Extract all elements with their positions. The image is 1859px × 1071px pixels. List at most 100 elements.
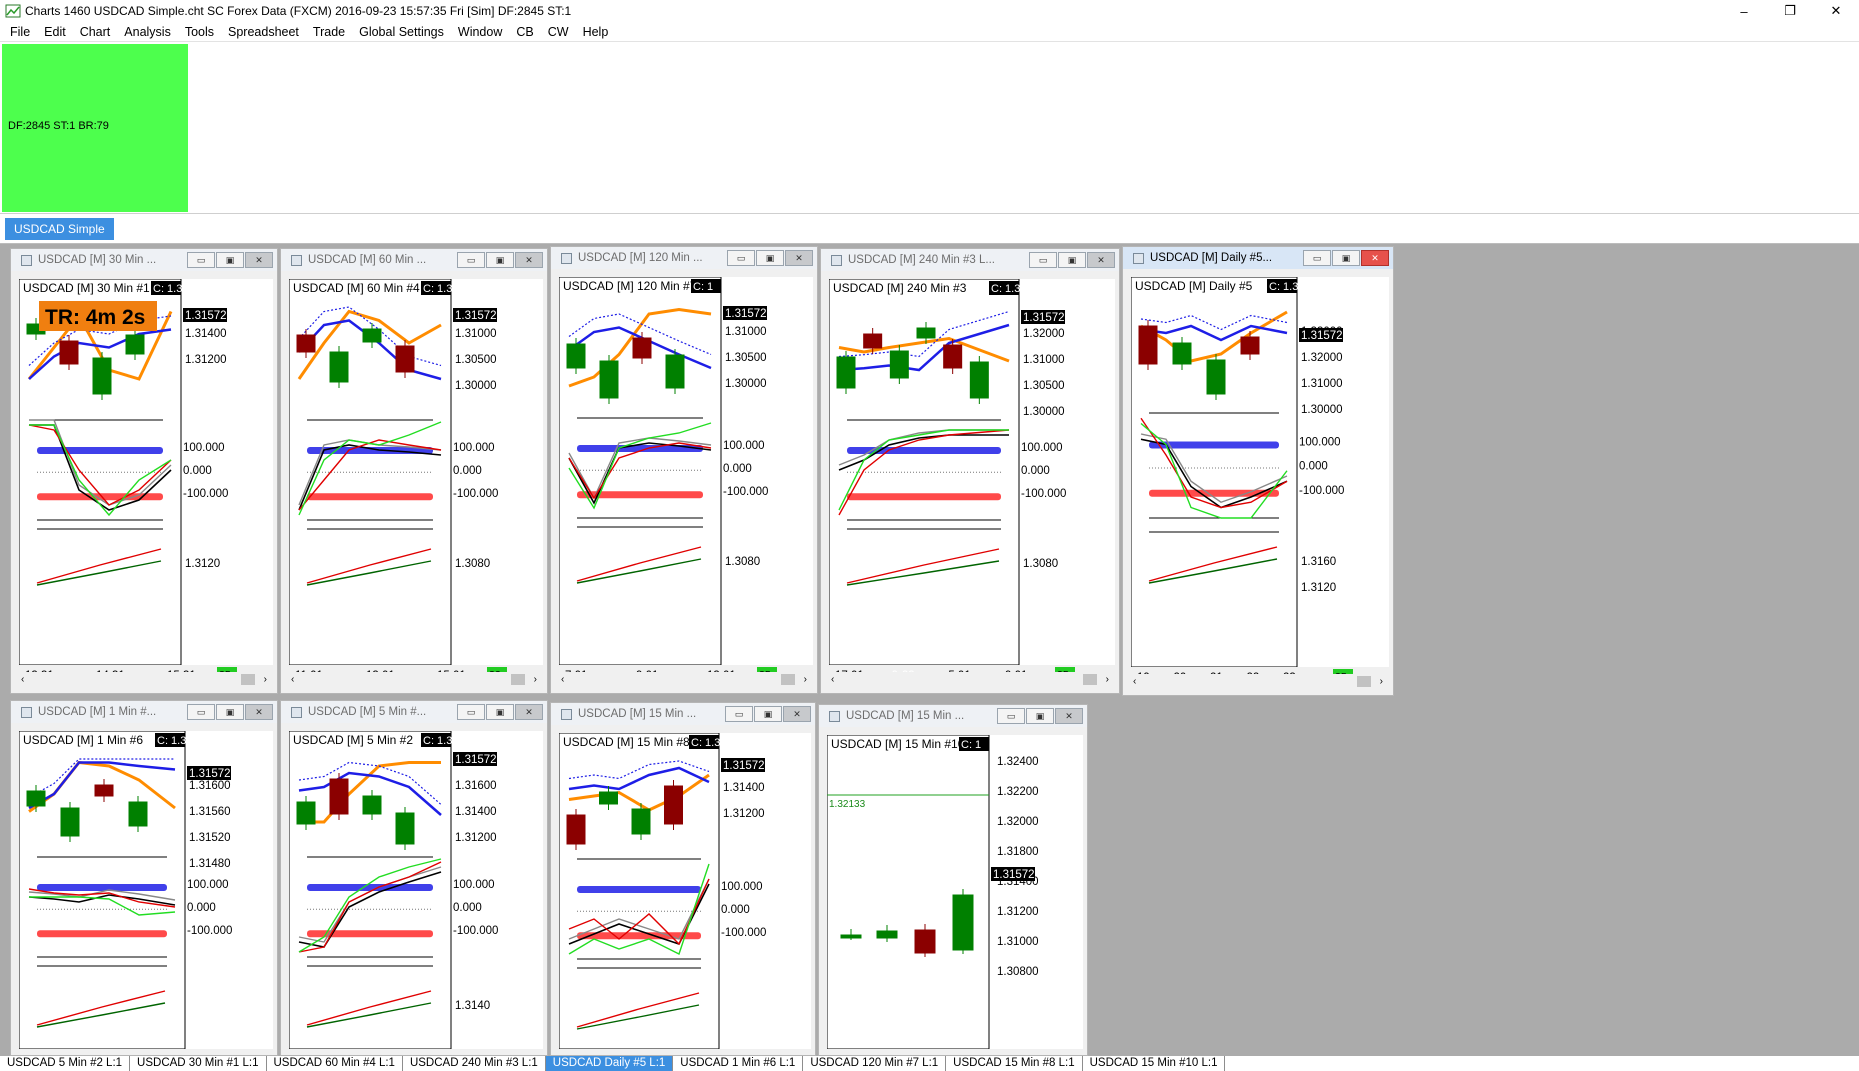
chart-window-15min[interactable]: USDCAD [M] 15 Min ... ▭ ▣ ✕ USDCAD [M] 1… [550,702,816,1056]
chart-area[interactable]: USDCAD [M] Daily #5C: 1.3151.330001.3200… [1131,277,1389,687]
close-icon[interactable]: ✕ [1361,250,1389,266]
chart-window-120min[interactable]: USDCAD [M] 120 Min ... ▭ ▣ ✕ USDCAD [M] … [550,246,818,694]
scroll-left-arrow[interactable]: ‹ [831,672,834,687]
close-icon[interactable]: ✕ [785,250,813,266]
menu-help[interactable]: Help [576,22,616,42]
chart-window-titlebar[interactable]: USDCAD [M] 15 Min ... ▭ ▣ ✕ [819,705,1087,727]
menu-tools[interactable]: Tools [178,22,221,42]
chart-area[interactable]: USDCAD [M] 5 Min #2 C: 1.311.316001.31400… [289,731,543,1049]
scroll-left-arrow[interactable]: ‹ [291,672,294,687]
maximize-icon[interactable]: ▣ [486,252,514,268]
chart-tab[interactable]: USDCAD 30 Min #1 L:1 [130,1056,267,1071]
chart-tab[interactable]: USDCAD 240 Min #3 L:1 [403,1056,546,1071]
chart-window-titlebar[interactable]: USDCAD [M] Daily #5... ▭ ▣ ✕ [1123,247,1393,269]
minimize-button[interactable]: – [1721,0,1767,22]
chart-tab[interactable]: USDCAD 5 Min #2 L:1 [0,1056,131,1071]
maximize-icon[interactable]: ▣ [216,252,244,268]
horizontal-scrollbar[interactable]: ‹ › [289,672,539,687]
chart-area[interactable]: USDCAD [M] 1 Min #6 C: 1.31 1.31600 1.31560… [19,731,273,1049]
chart-window-60min[interactable]: USDCAD [M] 60 Min ... ▭ ▣ ✕ USDCAD [M] 6… [280,248,548,694]
minimize-icon[interactable]: ▭ [187,704,215,720]
horizontal-scrollbar[interactable]: ‹ › [559,672,809,687]
chart-area[interactable]: USDCAD [M] 60 Min #4 C: 1.3 1.31000 1.30500… [289,279,543,685]
chart-window-titlebar[interactable]: USDCAD [M] 5 Min #... ▭ ▣ ✕ [281,701,547,723]
chart-area[interactable]: USDCAD [M] 30 Min #1 C: 1.31.314001.31200… [19,279,273,685]
chart-area[interactable]: USDCAD [M] 120 Min #7C: 1 1.31000 1.30500 1… [559,277,813,685]
close-icon[interactable]: ✕ [515,252,543,268]
minimize-icon[interactable]: ▭ [725,706,753,722]
minimize-icon[interactable]: ▭ [457,704,485,720]
scroll-left-arrow[interactable]: ‹ [21,672,24,687]
maximize-icon[interactable]: ▣ [216,704,244,720]
scroll-left-arrow[interactable]: ‹ [561,672,564,687]
chart-window-titlebar[interactable]: USDCAD [M] 120 Min ... ▭ ▣ ✕ [551,247,817,269]
horizontal-scrollbar[interactable]: ‹ › [829,672,1111,687]
chart-area[interactable]: USDCAD [M] 15 Min #10C: 1 1.32400 1.32200 1… [827,735,1083,1049]
minimize-icon[interactable]: ▭ [187,252,215,268]
menu-edit[interactable]: Edit [37,22,73,42]
minimize-icon[interactable]: ▭ [1029,252,1057,268]
minimize-icon[interactable]: ▭ [457,252,485,268]
scroll-right-arrow[interactable]: › [534,672,537,687]
chart-window-30min[interactable]: USDCAD [M] 30 Min ... ▭ ▣ ✕ USDCAD [M] 3… [10,248,278,694]
menu-spreadsheet[interactable]: Spreadsheet [221,22,306,42]
chart-area[interactable]: USDCAD [M] 15 Min #8 C: 1.3 1.31400 1.31200… [559,733,811,1049]
close-icon[interactable]: ✕ [515,704,543,720]
scroll-right-arrow[interactable]: › [1106,672,1109,687]
scrollbar-thumb[interactable] [241,674,255,685]
close-icon[interactable]: ✕ [783,706,811,722]
chart-tab[interactable]: USDCAD 15 Min #8 L:1 [946,1056,1083,1071]
maximize-icon[interactable]: ▣ [754,706,782,722]
chart-window-titlebar[interactable]: USDCAD [M] 1 Min #... ▭ ▣ ✕ [11,701,277,723]
chart-window-15min-10[interactable]: USDCAD [M] 15 Min ... ▭ ▣ ✕ USDCAD [M] 1… [818,704,1088,1056]
scrollbar-thumb[interactable] [1357,676,1371,687]
horizontal-scrollbar[interactable]: ‹ › [19,672,269,687]
horizontal-scrollbar[interactable]: ‹ › [1131,674,1385,689]
close-icon[interactable]: ✕ [245,704,273,720]
minimize-icon[interactable]: ▭ [1303,250,1331,266]
close-button[interactable]: ✕ [1813,0,1859,22]
tab-usdcad-simple[interactable]: USDCAD Simple [5,218,114,240]
maximize-icon[interactable]: ▣ [1058,252,1086,268]
menu-window[interactable]: Window [451,22,509,42]
close-icon[interactable]: ✕ [1087,252,1115,268]
close-icon[interactable]: ✕ [245,252,273,268]
menu-global-settings[interactable]: Global Settings [352,22,451,42]
oversold-band [37,930,167,938]
chart-window-titlebar[interactable]: USDCAD [M] 60 Min ... ▭ ▣ ✕ [281,249,547,271]
menu-analysis[interactable]: Analysis [117,22,178,42]
chart-tab[interactable]: USDCAD 120 Min #7 L:1 [803,1056,947,1071]
maximize-icon[interactable]: ▣ [1026,708,1054,724]
maximize-icon[interactable]: ▣ [486,704,514,720]
chart-tab[interactable]: USDCAD 60 Min #4 L:1 [267,1056,403,1071]
chart-tab-active[interactable]: USDCAD Daily #5 L:1 [545,1056,674,1071]
menu-trade[interactable]: Trade [306,22,352,42]
scrollbar-thumb[interactable] [1083,674,1097,685]
menu-cw[interactable]: CW [541,22,576,42]
chart-window-titlebar[interactable]: USDCAD [M] 30 Min ... ▭ ▣ ✕ [11,249,277,271]
maximize-icon[interactable]: ▣ [1332,250,1360,266]
close-icon[interactable]: ✕ [1055,708,1083,724]
scrollbar-thumb[interactable] [511,674,525,685]
restore-button[interactable]: ❐ [1767,0,1813,22]
chart-window-1min[interactable]: USDCAD [M] 1 Min #... ▭ ▣ ✕ USDCAD [M] 1… [10,700,278,1056]
chart-window-titlebar[interactable]: USDCAD [M] 15 Min ... ▭ ▣ ✕ [551,703,815,725]
maximize-icon[interactable]: ▣ [756,250,784,266]
chart-window-5min[interactable]: USDCAD [M] 5 Min #... ▭ ▣ ✕ USDCAD [M] 5… [280,700,548,1056]
minimize-icon[interactable]: ▭ [727,250,755,266]
chart-tab[interactable]: USDCAD 1 Min #6 L:1 [673,1056,804,1071]
menu-chart[interactable]: Chart [73,22,118,42]
scroll-right-arrow[interactable]: › [1380,674,1383,689]
menu-file[interactable]: File [3,22,37,42]
chart-window-titlebar[interactable]: USDCAD [M] 240 Min #3 L... ▭ ▣ ✕ [821,249,1119,271]
chart-tab[interactable]: USDCAD 15 Min #10 L:1 [1083,1056,1226,1071]
chart-window-240min[interactable]: USDCAD [M] 240 Min #3 L... ▭ ▣ ✕ USDCAD … [820,248,1120,694]
scrollbar-thumb[interactable] [781,674,795,685]
chart-window-daily[interactable]: USDCAD [M] Daily #5... ▭ ▣ ✕ USDCAD [M] … [1122,246,1394,696]
minimize-icon[interactable]: ▭ [997,708,1025,724]
chart-area[interactable]: USDCAD [M] 240 Min #3 C: 1.3157: 1.32000 1.… [829,279,1115,685]
menu-cb[interactable]: CB [509,22,540,42]
scroll-left-arrow[interactable]: ‹ [1133,674,1136,689]
scroll-right-arrow[interactable]: › [804,672,807,687]
scroll-right-arrow[interactable]: › [264,672,267,687]
